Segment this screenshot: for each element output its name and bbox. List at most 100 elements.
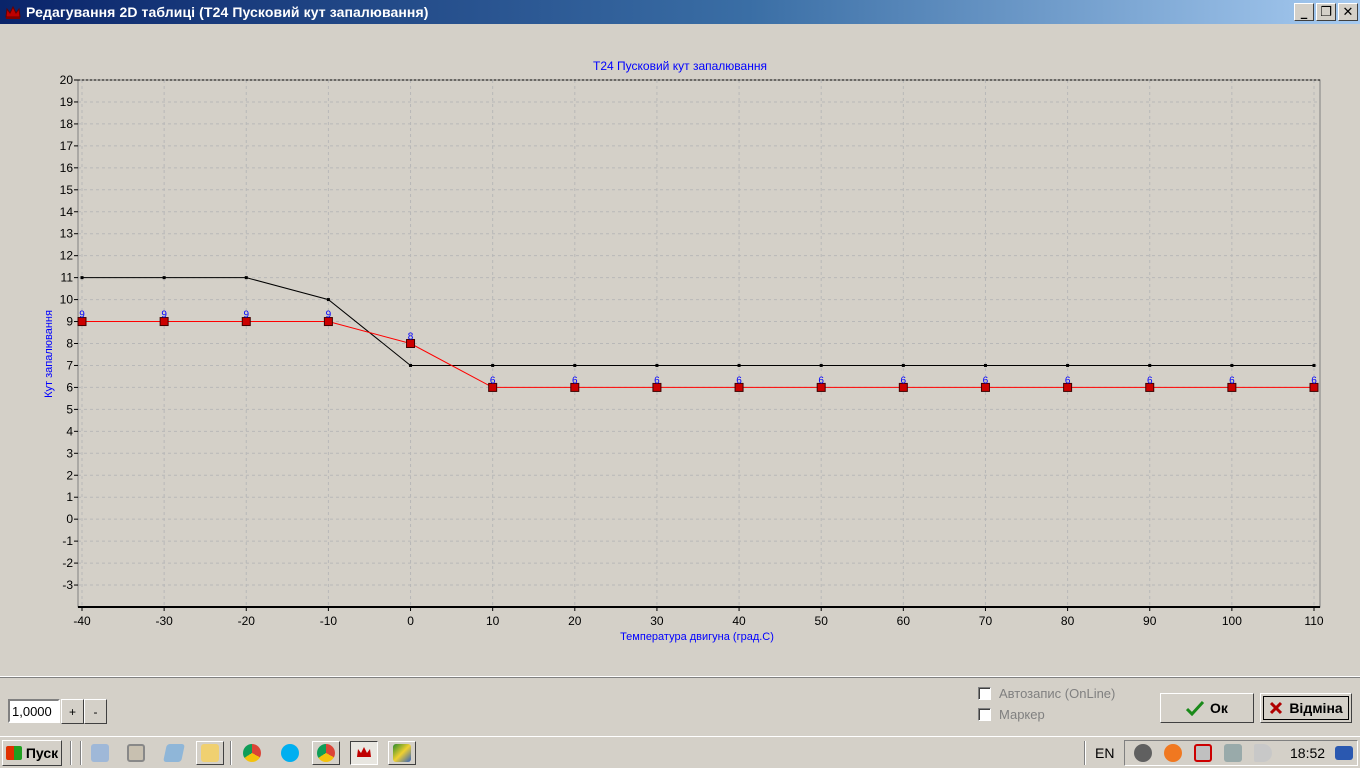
- y-tick-label: 17: [60, 139, 74, 153]
- ok-button[interactable]: Ок: [1160, 693, 1254, 723]
- clock: 18:52: [1290, 745, 1326, 761]
- minimize-button[interactable]: _: [1294, 3, 1314, 21]
- y-tick-label: 5: [66, 402, 73, 416]
- folder-icon[interactable]: [196, 741, 224, 765]
- data-point: [573, 363, 577, 367]
- data-label: 9: [161, 310, 167, 321]
- chrome-icon[interactable]: [238, 741, 266, 765]
- y-tick-label: 8: [66, 337, 73, 351]
- x-tick-label: 40: [732, 614, 746, 628]
- data-point: [491, 363, 495, 367]
- x-axis-label: Температура двигуна (град.С): [620, 631, 774, 643]
- y-tick-label: 0: [66, 512, 73, 526]
- x-tick-label: -40: [73, 614, 91, 628]
- data-label: 8: [408, 332, 414, 343]
- chart-title: T24 Пусковий кут запалювання: [593, 59, 767, 73]
- data-point: [162, 276, 166, 280]
- x-tick-label: 60: [897, 614, 911, 628]
- x-tick-label: -20: [238, 614, 256, 628]
- security-icon[interactable]: [1189, 741, 1217, 765]
- chart[interactable]: T24 Пусковий кут запалювання 20191817161…: [0, 24, 1360, 676]
- autosave-checkbox[interactable]: Автозапис (OnLine): [978, 686, 1115, 701]
- y-tick-label: 11: [61, 271, 74, 285]
- windows-flag-icon: [5, 746, 22, 760]
- x-tick-label: 70: [979, 614, 993, 628]
- decrement-button[interactable]: -: [84, 699, 107, 724]
- marker-checkbox[interactable]: Маркер: [978, 707, 1045, 722]
- data-label: 9: [326, 310, 332, 321]
- window-title: Редагування 2D таблиці (T24 Пусковий кут…: [26, 4, 429, 20]
- x-tick-label: 80: [1061, 614, 1075, 628]
- avast-warning-icon[interactable]: [1129, 741, 1157, 765]
- notes-icon[interactable]: [160, 741, 188, 765]
- crown-app-icon[interactable]: [350, 741, 378, 765]
- data-label: 6: [901, 375, 907, 386]
- calculator-icon[interactable]: [86, 741, 114, 765]
- desktop-icon[interactable]: [1330, 741, 1358, 765]
- x-tick-label: 10: [486, 614, 500, 628]
- bottom-panel: 1,0000 + - Автозапис (OnLine) Маркер Ок …: [0, 676, 1360, 736]
- y-tick-label: 1: [66, 490, 73, 504]
- x-tick-label: 30: [650, 614, 664, 628]
- y-tick-label: -3: [62, 578, 73, 592]
- data-point: [1066, 363, 1070, 367]
- x-tick-label: 0: [407, 614, 414, 628]
- data-point: [737, 363, 741, 367]
- y-tick-label: 9: [66, 315, 73, 329]
- increment-button[interactable]: +: [61, 699, 84, 724]
- cross-icon: [1270, 701, 1283, 715]
- start-button[interactable]: Пуск: [2, 740, 62, 766]
- data-point: [1312, 363, 1316, 367]
- y-tick-label: 18: [60, 117, 74, 131]
- taskbar-separator: [1084, 741, 1086, 765]
- y-tick-label: -1: [62, 534, 73, 548]
- x-tick-label: -10: [320, 614, 338, 628]
- marker-checkbox-box[interactable]: [978, 708, 991, 721]
- chrome-icon[interactable]: [312, 741, 340, 765]
- y-tick-label: 6: [66, 380, 73, 394]
- skype-icon[interactable]: [276, 741, 304, 765]
- y-tick-label: -2: [62, 556, 73, 570]
- data-point: [1148, 363, 1152, 367]
- start-label: Пуск: [25, 745, 59, 761]
- data-label: 6: [654, 375, 660, 386]
- data-label: 9: [79, 310, 85, 321]
- data-label: 6: [1147, 375, 1153, 386]
- marker-label: Маркер: [999, 707, 1045, 722]
- volume-icon[interactable]: [1249, 741, 1277, 765]
- y-tick-label: 19: [60, 95, 74, 109]
- data-label: 6: [983, 375, 989, 386]
- paint-icon[interactable]: [388, 741, 416, 765]
- series-layer[interactable]: 9 9 9 9 8 6 6 6 6 6 6 6 6 6 6 6: [77, 276, 1319, 392]
- grid: [78, 80, 1320, 607]
- x-tick-label: -30: [155, 614, 173, 628]
- network-icon[interactable]: [1219, 741, 1247, 765]
- chart-area[interactable]: T24 Пусковий кут запалювання 20 19 18 17 16 1…: [0, 24, 1360, 676]
- autosave-checkbox-box[interactable]: [978, 687, 991, 700]
- y-tick-label: 14: [60, 205, 74, 219]
- title-bar: Редагування 2D таблиці (T24 Пусковий кут…: [0, 0, 1360, 24]
- x-tick-label: 110: [1304, 614, 1323, 628]
- close-button[interactable]: ✕: [1338, 3, 1358, 21]
- language-indicator[interactable]: EN: [1095, 745, 1114, 761]
- y-axis-ticks: 20191817161514131211109876543210-1-2-3: [60, 73, 78, 592]
- taskbar-separator: [230, 741, 232, 765]
- restore-button[interactable]: ❐: [1316, 3, 1336, 21]
- y-tick-label: 16: [60, 161, 74, 175]
- y-tick-label: 10: [60, 293, 74, 307]
- cancel-button[interactable]: Відміна: [1260, 693, 1352, 723]
- data-point: [409, 363, 413, 367]
- media-player-icon[interactable]: [122, 741, 150, 765]
- checkmark-icon: [1186, 700, 1205, 716]
- y-tick-label: 13: [60, 227, 74, 241]
- step-value-input[interactable]: 1,0000: [8, 699, 60, 723]
- data-label: 6: [1229, 375, 1235, 386]
- data-point: [901, 363, 905, 367]
- y-tick-label: 7: [66, 358, 73, 372]
- cancel-label: Відміна: [1289, 700, 1343, 716]
- data-label: 6: [490, 375, 496, 386]
- avast-icon[interactable]: [1159, 741, 1187, 765]
- crown-app-icon: [5, 5, 21, 19]
- x-tick-label: 100: [1222, 614, 1242, 628]
- x-tick-label: 90: [1143, 614, 1157, 628]
